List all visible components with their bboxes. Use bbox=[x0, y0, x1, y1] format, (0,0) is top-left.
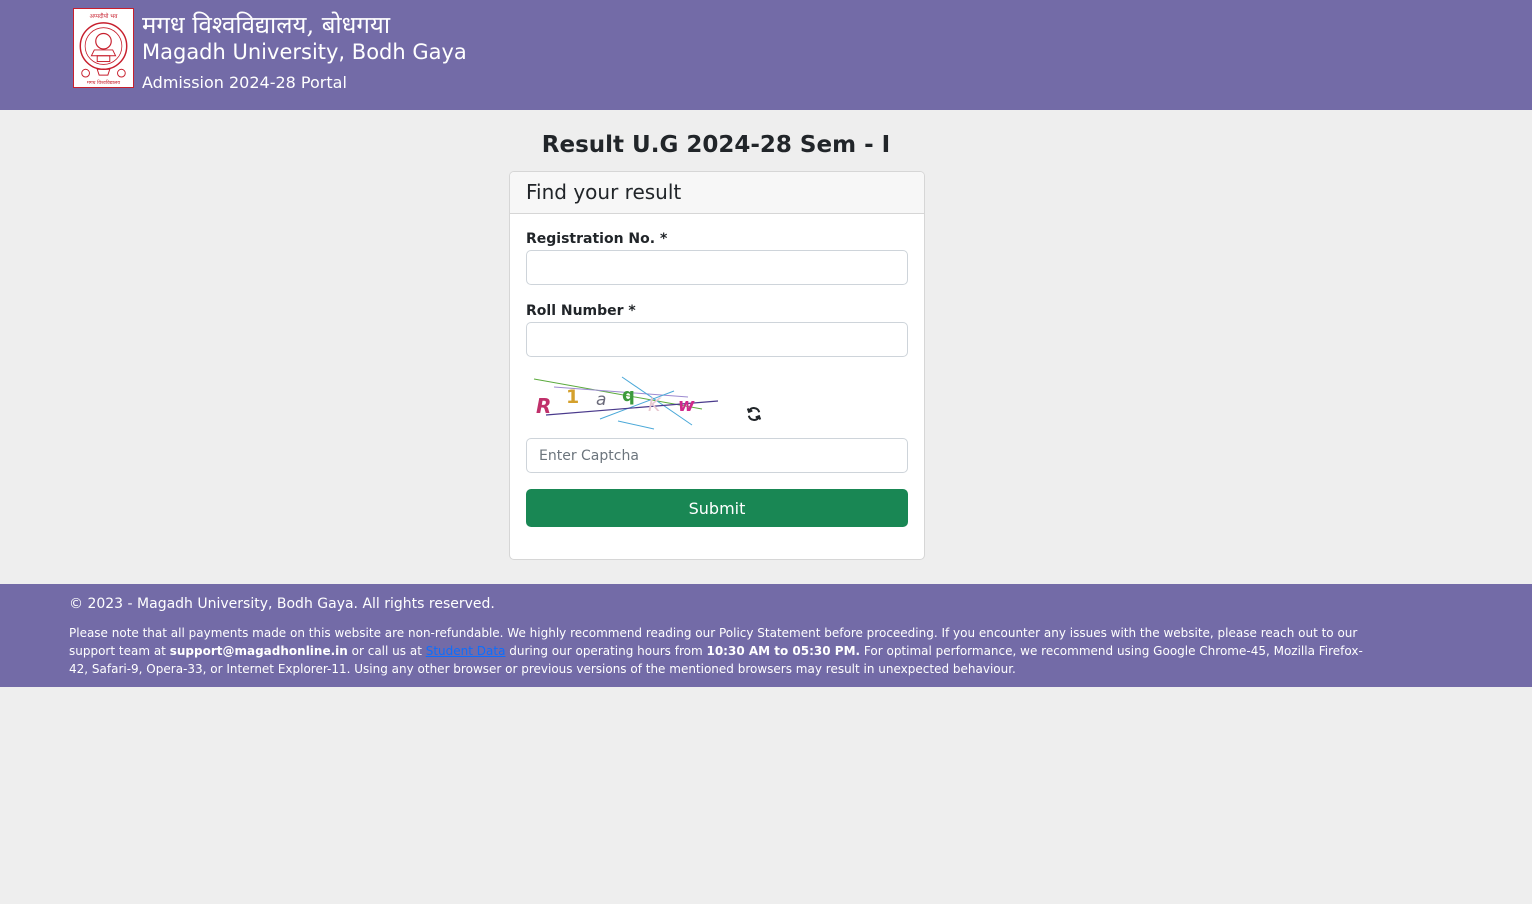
captcha-char-6: w bbox=[678, 395, 695, 416]
captcha-input[interactable] bbox=[526, 438, 908, 473]
copyright-text: © 2023 - Magadh University, Bodh Gaya. A… bbox=[69, 596, 495, 612]
registration-input[interactable] bbox=[526, 250, 908, 285]
student-data-link[interactable]: Student Data bbox=[426, 644, 506, 658]
page-title: Result U.G 2024-28 Sem - I bbox=[541, 132, 891, 158]
roll-number-label: Roll Number * bbox=[526, 303, 636, 319]
captcha-char-1: R bbox=[536, 394, 551, 418]
notice-text-2: or call us at bbox=[347, 644, 426, 658]
site-footer: © 2023 - Magadh University, Bodh Gaya. A… bbox=[0, 584, 1532, 687]
refresh-icon[interactable] bbox=[746, 406, 762, 422]
logo-bottom-text: मगध विश्वविद्यालय bbox=[87, 79, 120, 86]
captcha-char-3: a bbox=[596, 390, 606, 410]
captcha-char-4: q bbox=[622, 385, 635, 406]
captcha-char-5: K bbox=[648, 394, 662, 416]
result-form-card: Find your result Registration No. * Roll… bbox=[509, 171, 925, 560]
university-emblem-icon: अप्पदीपो भव मगध विश्वविद्यालय bbox=[73, 8, 134, 88]
hindi-university-title: मगध विश्वविद्यालय, बोधगया bbox=[142, 11, 391, 39]
university-name: Magadh University, Bodh Gaya bbox=[142, 40, 467, 64]
logo-top-text: अप्पदीपो भव bbox=[89, 12, 118, 20]
roll-number-input[interactable] bbox=[526, 322, 908, 357]
card-title: Find your result bbox=[510, 172, 924, 214]
support-email: support@magadhonline.in bbox=[169, 644, 348, 658]
footer-notice: Please note that all payments made on th… bbox=[69, 624, 1379, 678]
portal-subtitle: Admission 2024-28 Portal bbox=[142, 73, 347, 92]
captcha-image: R 1 a q K w bbox=[526, 373, 722, 435]
site-header: अप्पदीपो भव मगध विश्वविद्यालय मगध विश्वव… bbox=[0, 0, 1532, 110]
notice-text-3: during our operating hours from bbox=[505, 644, 707, 658]
submit-button[interactable]: Submit bbox=[526, 489, 908, 527]
captcha-char-2: 1 bbox=[566, 386, 579, 408]
registration-label: Registration No. * bbox=[526, 231, 668, 247]
operating-hours: 10:30 AM to 05:30 PM. bbox=[706, 644, 861, 658]
